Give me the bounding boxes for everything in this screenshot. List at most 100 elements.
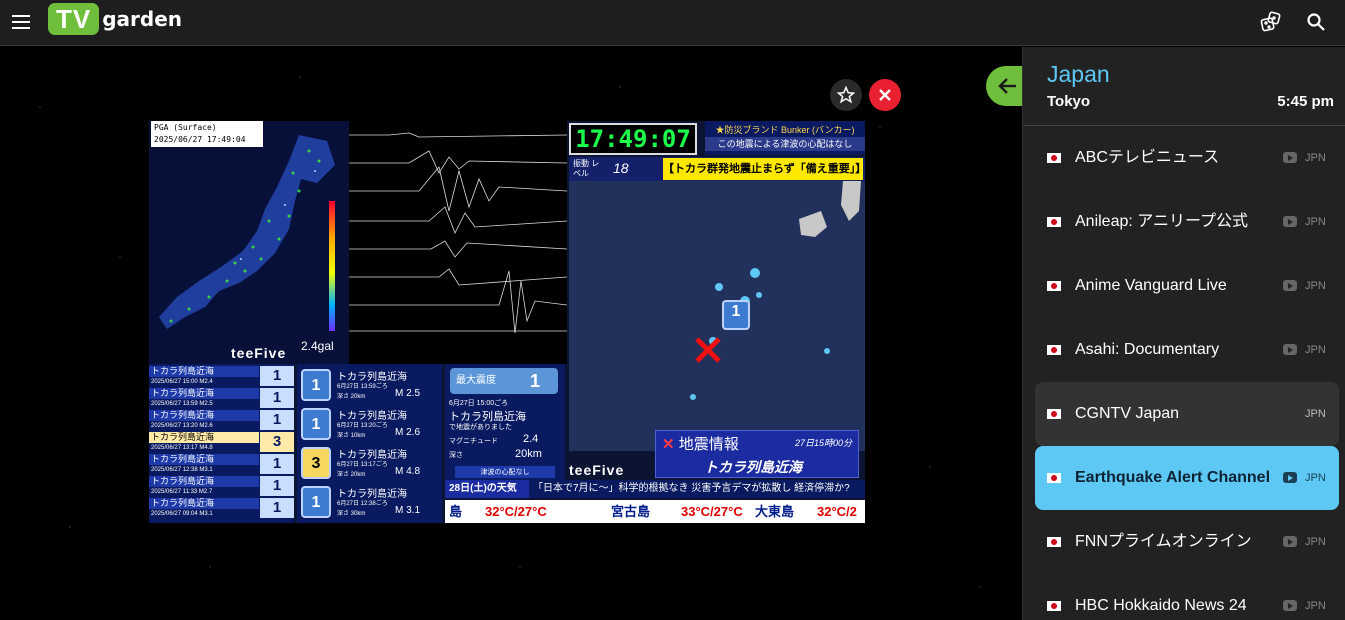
- quake-detail-row: 1 トカラ列島近海 6月27日 13:20ごろ 深さ 10km M 2.6: [299, 405, 440, 443]
- channel-item[interactable]: HBC Hokkaido News 24 JPN: [1035, 574, 1339, 620]
- quake-name: トカラ列島近海: [149, 476, 259, 487]
- country-code: JPN: [1305, 344, 1326, 356]
- channel-item[interactable]: Anime Vanguard Live JPN: [1035, 254, 1339, 318]
- shindo-badge: 1: [301, 408, 331, 440]
- quake-info-time: 27日15時00分: [794, 438, 852, 448]
- seismograph-panel: [349, 121, 568, 364]
- temp-value: 32°C/2: [817, 504, 857, 519]
- quake-list: トカラ列島近海 2025/06/27 15:00 M2.4 1 トカラ列島近海 …: [149, 364, 294, 523]
- quake-name: トカラ列島近海: [149, 432, 259, 443]
- country-title[interactable]: Japan: [1047, 61, 1110, 88]
- detail-depth: 深さ 20km: [337, 394, 366, 400]
- channel-name: CGNTV Japan: [1075, 405, 1180, 422]
- japan-flag-icon: [1047, 217, 1061, 227]
- detail-time: 6月27日 13:17ごろ: [337, 462, 388, 468]
- ticker-text: 「日本で7月に〜」科学的根拠なき 災害予言デマが拡散し 経済停滞か?: [533, 483, 850, 494]
- bunker-line1: ★防災ブランド Bunker (バンカー): [715, 125, 855, 135]
- channel-name: Anime Vanguard Live: [1075, 277, 1227, 294]
- top-bar: TV garden: [0, 0, 1345, 46]
- japan-flag-icon: [1047, 153, 1061, 163]
- logo[interactable]: TV garden: [48, 3, 182, 35]
- arrow-left-icon: [998, 78, 1016, 94]
- gal-value: 2.4gal: [301, 339, 334, 353]
- favorite-button[interactable]: [830, 79, 862, 111]
- quake-date: 2025/06/27 09:04 M3.1: [149, 509, 259, 519]
- temp-place: 宮古島: [611, 504, 651, 519]
- channel-item[interactable]: ABCテレビニュース JPN: [1035, 126, 1339, 190]
- pga-time: 2025/06/27 17:49:04: [154, 135, 246, 144]
- quake-name: トカラ列島近海: [149, 366, 259, 377]
- star-icon: [837, 86, 855, 104]
- map-marker-label: 1: [731, 303, 741, 320]
- japan-flag-icon: [1047, 601, 1061, 611]
- temp-value: 32°C/27°C: [485, 504, 547, 519]
- quake-info-box: ✕ 地震情報 27日15時00分 トカラ列島近海: [655, 430, 859, 478]
- pga-map: PGA (Surface) 2025/06/27 17:49:04 2.4gal…: [149, 121, 349, 364]
- dice-icon[interactable]: [1256, 7, 1286, 37]
- quake-detail-row: 1 トカラ列島近海 6月27日 12:38ごろ 深さ 30km M 3.1: [299, 483, 440, 521]
- quake-detail-list: 1 トカラ列島近海 6月27日 13:59ごろ 深さ 20km M 2.5 1 …: [297, 364, 442, 523]
- quake-name: トカラ列島近海: [149, 410, 259, 421]
- detail-depth: 深さ 30km: [337, 511, 366, 517]
- quake-shindo: 1: [260, 410, 294, 430]
- info-mag-value: 2.4: [523, 433, 539, 445]
- collapse-sidebar-button[interactable]: [986, 66, 1026, 106]
- channel-item-active[interactable]: Earthquake Alert Channel JPN: [1035, 446, 1339, 510]
- youtube-icon: [1283, 472, 1297, 483]
- channel-item[interactable]: FNNプライムオンライン JPN: [1035, 510, 1339, 574]
- youtube-icon: [1283, 536, 1297, 547]
- level-label: 振動 レベル: [573, 159, 600, 178]
- country-code: JPN: [1305, 216, 1326, 228]
- max-intensity-label: 最大震度: [456, 375, 496, 386]
- search-icon[interactable]: [1301, 7, 1331, 37]
- close-button[interactable]: [869, 79, 901, 111]
- epicenter-map: 1: [569, 181, 865, 501]
- youtube-icon: [1283, 344, 1297, 355]
- quake-date: 2025/06/27 11:33 M2.7: [149, 487, 259, 497]
- detail-time: 6月27日 13:20ごろ: [337, 423, 388, 429]
- quake-info-title-text: 地震情報: [678, 436, 739, 453]
- info-depth-label: 深さ: [449, 452, 463, 459]
- country-code: JPN: [1305, 152, 1326, 164]
- detail-time: 6月27日 12:38ごろ: [337, 501, 388, 507]
- quake-list-row: トカラ列島近海 2025/06/27 13:17 M4.8 3: [149, 432, 294, 453]
- shindo-badge: 1: [301, 486, 331, 518]
- country-code: JPN: [1305, 280, 1326, 292]
- logo-tv: TV: [48, 3, 100, 35]
- video-player[interactable]: PGA (Surface) 2025/06/27 17:49:04 2.4gal…: [149, 121, 865, 523]
- quake-name: トカラ列島近海: [149, 498, 259, 509]
- channel-item[interactable]: CGNTV Japan JPN: [1035, 382, 1339, 446]
- quake-shindo: 3: [260, 432, 294, 452]
- japan-flag-icon: [1047, 281, 1061, 291]
- info-note: で地震がありました: [449, 424, 512, 431]
- info-depth-value: 20km: [515, 448, 542, 460]
- japan-flag-icon: [1047, 345, 1061, 355]
- hamburger-icon[interactable]: [8, 9, 34, 35]
- quake-list-row: トカラ列島近海 2025/06/27 13:20 M2.6 1: [149, 410, 294, 431]
- quake-info-area: トカラ列島近海: [704, 459, 802, 475]
- channel-sidebar: Japan Tokyo 5:45 pm ABCテレビニュース JPN Anile…: [1022, 47, 1345, 620]
- detail-mag: M 2.5: [395, 388, 421, 399]
- info-tsunami: 津波の心配なし: [455, 466, 555, 478]
- channel-name: HBC Hokkaido News 24: [1075, 597, 1247, 614]
- quake-shindo: 1: [260, 388, 294, 408]
- country-code: JPN: [1305, 472, 1326, 484]
- channel-name: Asahi: Documentary: [1075, 341, 1220, 358]
- latest-quake-info: 最大震度 1 6月27日 15:00ごろ トカラ列島近海 で地震がありました マ…: [445, 364, 565, 488]
- channel-item[interactable]: Asahi: Documentary JPN: [1035, 318, 1339, 382]
- channel-name: Earthquake Alert Channel: [1075, 469, 1271, 486]
- detail-time: 6月27日 13:59ごろ: [337, 384, 388, 390]
- watermark: teeFive: [569, 462, 625, 478]
- local-time: 5:45 pm: [1277, 93, 1334, 110]
- japan-flag-icon: [1047, 473, 1061, 483]
- quake-date: 2025/06/27 12:38 M3.1: [149, 465, 259, 475]
- shindo-badge: 3: [301, 447, 331, 479]
- detail-mag: M 3.1: [395, 505, 421, 516]
- quake-list-row: トカラ列島近海 2025/06/27 12:38 M3.1 1: [149, 454, 294, 475]
- level-bar: 振動 レベル 18 【トカラ群発地震止まらず「備え重要」】: [569, 157, 865, 181]
- city-name: Tokyo: [1047, 93, 1091, 110]
- quake-list-row: トカラ列島近海 2025/06/27 11:33 M2.7 1: [149, 476, 294, 497]
- channel-item[interactable]: Anileap: アニリープ公式 JPN: [1035, 190, 1339, 254]
- level-value: 18: [613, 160, 629, 176]
- youtube-icon: [1283, 280, 1297, 291]
